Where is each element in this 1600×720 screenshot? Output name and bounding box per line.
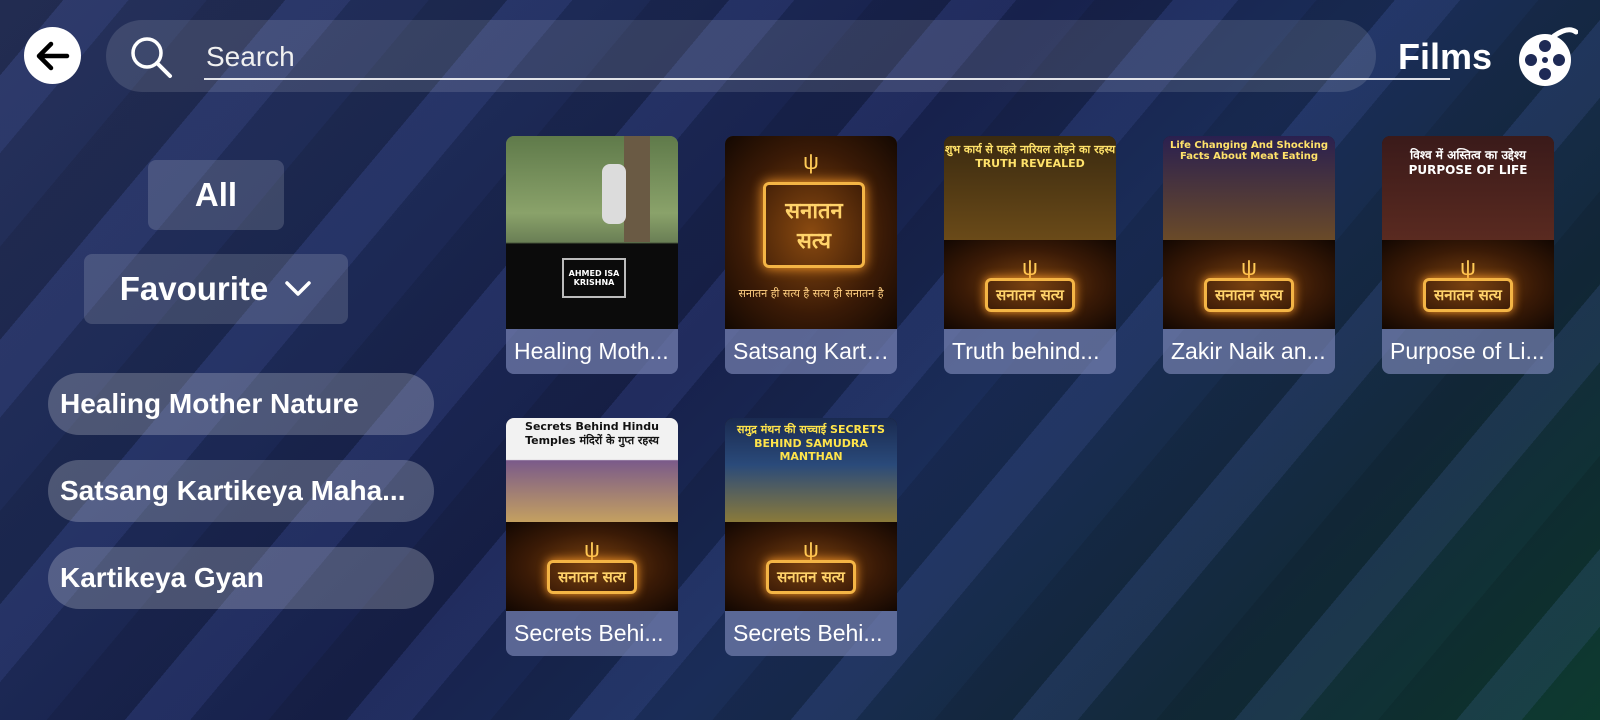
playlist-item[interactable]: Satsang Kartikeya Maha... [48, 460, 434, 522]
thumb-caption: Life Changing And Shocking Facts About M… [1163, 136, 1335, 240]
logo-panel: ψ सनातन सत्य [506, 522, 678, 611]
video-title: Secrets Behi... [725, 611, 897, 656]
logo-text: सनातन सत्य [1423, 277, 1513, 312]
video-card[interactable]: ψ सनातन सत्य सनातन ही सत्य है सत्य ही सन… [725, 136, 897, 374]
film-reel-icon[interactable] [1516, 26, 1578, 88]
video-title: Purpose of Li... [1382, 329, 1554, 374]
video-card[interactable]: Life Changing And Shocking Facts About M… [1163, 136, 1335, 374]
thumb-caption: शुभ कार्य से पहले नारियल तोड़ने का रहस्य… [944, 136, 1116, 240]
all-filter-label: All [194, 176, 238, 213]
playlist-label: Kartikeya Gyan [60, 562, 264, 593]
video-thumbnail: Life Changing And Shocking Facts About M… [1163, 136, 1335, 329]
search-input[interactable] [204, 36, 1450, 80]
logo-panel: ψ सनातन सत्य [1382, 240, 1554, 329]
video-title: Satsang Karti... [725, 329, 897, 374]
favourite-label: Favourite [119, 270, 269, 307]
video-thumbnail: शुभ कार्य से पहले नारियल तोड़ने का रहस्य… [944, 136, 1116, 329]
search-bar [106, 20, 1450, 92]
logo-panel: ψ सनातन सत्य [725, 522, 897, 611]
video-title: Truth behind... [944, 329, 1116, 374]
chevron-down-icon [285, 281, 312, 296]
video-thumbnail: समुद्र मंथन की सच्चाई SECRETS BEHIND SAM… [725, 418, 897, 611]
thumb-caption: AHMED ISA KRISHNA [562, 258, 626, 298]
video-thumbnail: ψ सनातन सत्य सनातन ही सत्य है सत्य ही सन… [725, 136, 897, 329]
video-card[interactable]: AHMED ISA KRISHNA Healing Moth... [506, 136, 678, 374]
thumb-caption: समुद्र मंथन की सच्चाई SECRETS BEHIND SAM… [725, 418, 897, 522]
arrow-left-icon [36, 41, 69, 70]
logo-text: सनातन सत्य [766, 559, 856, 594]
video-thumbnail: AHMED ISA KRISHNA [506, 136, 678, 329]
video-thumbnail: Secrets Behind Hindu Temples मंदिरों के … [506, 418, 678, 611]
back-button[interactable] [24, 27, 81, 84]
logo-text: सनातन सत्य [985, 277, 1075, 312]
thumb-caption: Secrets Behind Hindu Temples मंदिरों के … [506, 418, 678, 522]
playlist-label: Healing Mother Nature [60, 388, 359, 419]
logo-text: सनातन सत्य [1204, 277, 1294, 312]
logo-panel: ψ सनातन सत्य [1163, 240, 1335, 329]
playlist-item[interactable]: Healing Mother Nature [48, 373, 434, 435]
playlist-label: Satsang Kartikeya Maha... [60, 475, 406, 506]
video-thumbnail: विश्व में अस्तित्व का उद्देश्य PURPOSE O… [1382, 136, 1554, 329]
video-title: Secrets Behi... [506, 611, 678, 656]
thumb-caption: विश्व में अस्तित्व का उद्देश्य PURPOSE O… [1382, 136, 1554, 240]
logo-text: सनातन सत्य [763, 182, 865, 268]
all-filter-button[interactable]: All [148, 160, 284, 230]
logo-panel: ψ सनातन सत्य [944, 240, 1116, 329]
video-card[interactable]: शुभ कार्य से पहले नारियल तोड़ने का रहस्य… [944, 136, 1116, 374]
logo-text: सनातन सत्य [547, 559, 637, 594]
video-card[interactable]: समुद्र मंथन की सच्चाई SECRETS BEHIND SAM… [725, 418, 897, 656]
search-icon[interactable] [128, 34, 174, 80]
video-title: Zakir Naik an... [1163, 329, 1335, 374]
thumb-caption: सनातन ही सत्य है सत्य ही सनातन है [738, 287, 884, 300]
section-title: Films [1398, 36, 1493, 77]
video-card[interactable]: Secrets Behind Hindu Temples मंदिरों के … [506, 418, 678, 656]
video-title: Healing Moth... [506, 329, 678, 374]
playlist-item[interactable]: Kartikeya Gyan [48, 547, 434, 609]
favourite-dropdown[interactable]: Favourite [84, 254, 348, 324]
video-card[interactable]: विश्व में अस्तित्व का उद्देश्य PURPOSE O… [1382, 136, 1554, 374]
